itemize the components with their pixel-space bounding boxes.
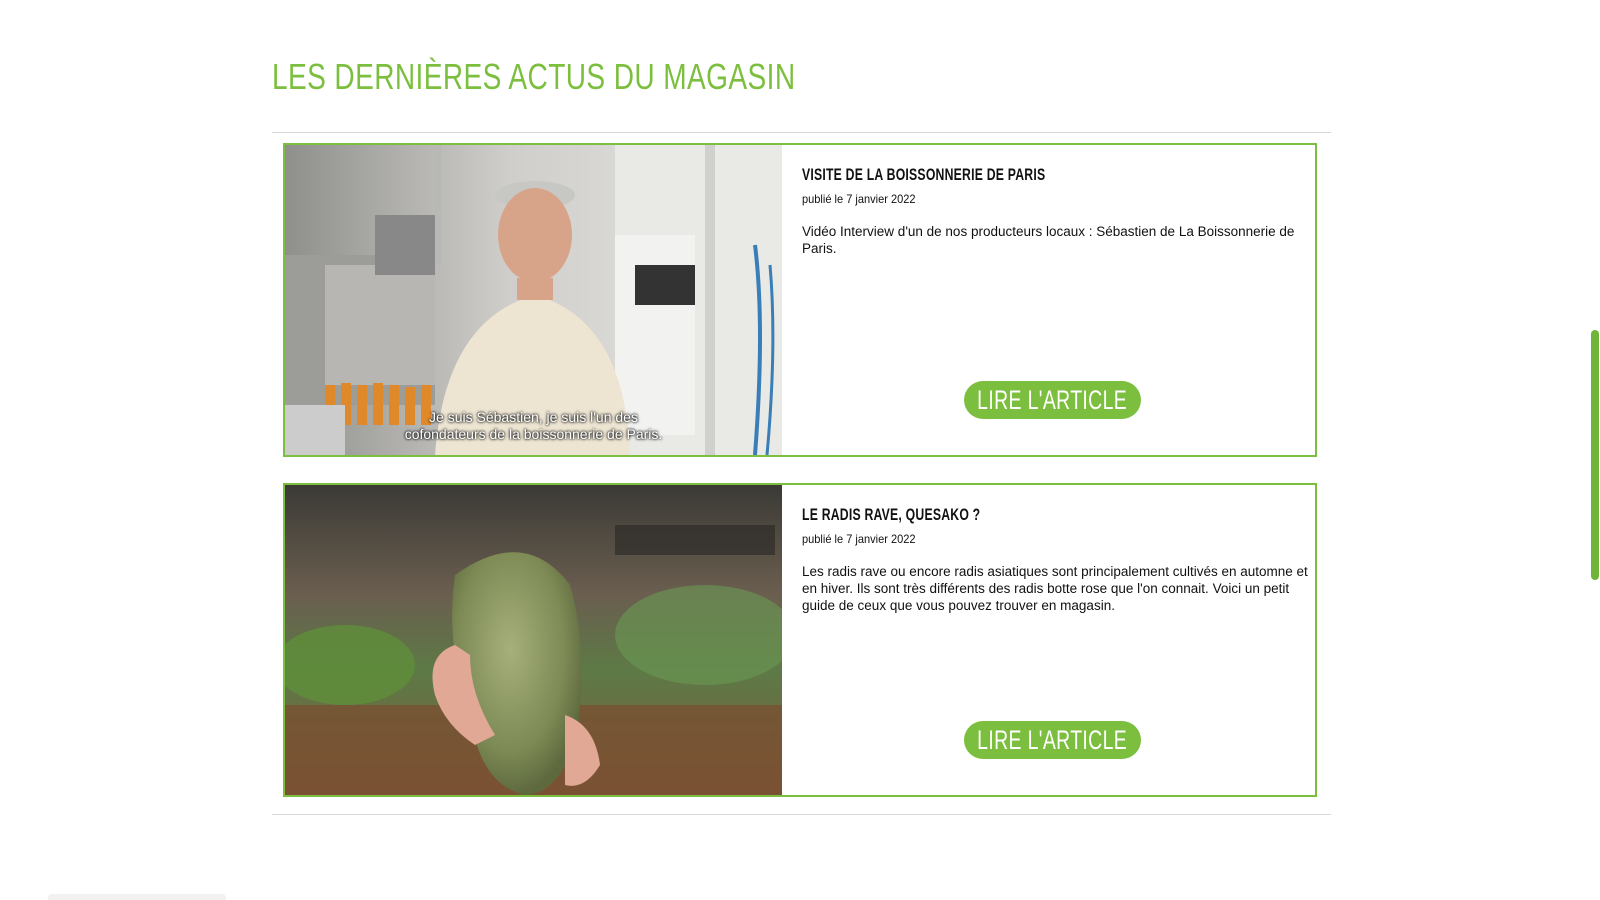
- bottom-widget-edge: [48, 894, 226, 900]
- top-divider: [272, 132, 1331, 133]
- article-date: publié le 7 janvier 2022: [802, 192, 916, 206]
- article-body: Le radis rave, quesako ? publié le 7 jan…: [802, 485, 1308, 795]
- read-article-button[interactable]: Lire l'article: [964, 381, 1141, 419]
- article-description: Les radis rave ou encore radis asiatique…: [802, 564, 1308, 613]
- article-body: Visite de la Boissonnerie de Paris publi…: [802, 145, 1305, 455]
- article-title[interactable]: Le radis rave, quesako ?: [802, 505, 980, 525]
- article-image-radish[interactable]: [285, 485, 782, 795]
- section-title: Les dernières actus du magasin: [272, 56, 796, 97]
- article-date: publié le 7 janvier 2022: [802, 532, 916, 546]
- article-card: Je suis Sébastien, je suis l'un des cofo…: [283, 143, 1317, 457]
- video-subtitle: Je suis Sébastien, je suis l'un des cofo…: [404, 409, 663, 442]
- article-card: Le radis rave, quesako ? publié le 7 jan…: [283, 483, 1317, 797]
- article-image-video-interview[interactable]: Je suis Sébastien, je suis l'un des cofo…: [285, 145, 782, 455]
- scrollbar-thumb[interactable]: [1591, 330, 1599, 580]
- bottom-divider: [272, 814, 1331, 815]
- article-description: Vidéo Interview d'un de nos producteurs …: [802, 224, 1295, 256]
- article-title[interactable]: Visite de la Boissonnerie de Paris: [802, 165, 1045, 185]
- read-article-button[interactable]: Lire l'article: [964, 721, 1141, 759]
